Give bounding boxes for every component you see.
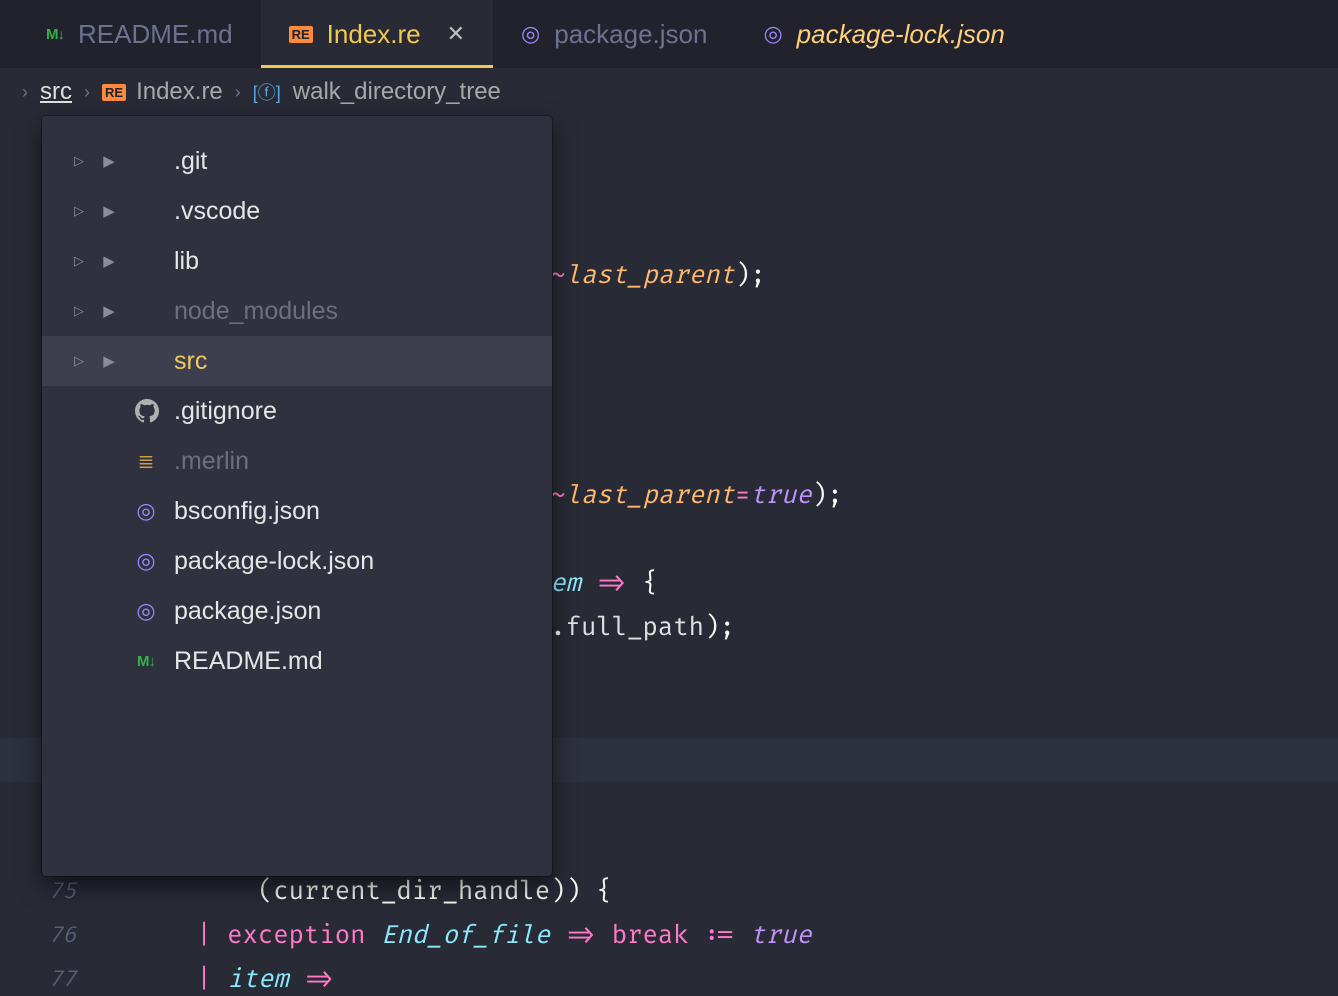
breadcrumb[interactable]: › src › RE Index.re › [ⓕ] walk_directory… [0, 68, 1338, 116]
json-icon: ◎ [132, 548, 160, 574]
file-item[interactable]: ▷▶.gitignore [42, 386, 552, 436]
item-label: bsconfig.json [174, 497, 320, 526]
expand-icon: ▶ [100, 252, 118, 270]
chevron-right-icon: › [235, 82, 241, 103]
markdown-icon: M↓ [46, 26, 64, 43]
item-label: .gitignore [174, 397, 277, 426]
code-content: | exception End_of_file => break := true [104, 914, 812, 958]
breadcrumb-file[interactable]: Index.re [136, 78, 223, 106]
file-item[interactable]: ▷▶◎bsconfig.json [42, 486, 552, 536]
chevron-right-icon: › [84, 82, 90, 103]
close-icon[interactable]: ✕ [447, 21, 465, 47]
expand-icon: ▶ [100, 202, 118, 220]
reason-icon: RE [289, 26, 313, 43]
tab-label: package-lock.json [797, 19, 1005, 50]
line-number: 76 [0, 914, 104, 958]
tab-label: package.json [554, 19, 707, 50]
item-label: lib [174, 247, 199, 276]
breadcrumb-dropdown[interactable]: ▷▶ .git▷▶ .vscode▷▶ lib▷▶ node_modules▷▶… [42, 116, 552, 876]
chevron-right-icon: ▷ [72, 253, 86, 269]
item-label: package-lock.json [174, 547, 374, 576]
tab-label: README.md [78, 19, 233, 50]
breadcrumb-symbol[interactable]: walk_directory_tree [293, 78, 501, 106]
chevron-right-icon: ▷ [72, 153, 86, 169]
folder-item[interactable]: ▷ ▶ lib [42, 236, 552, 286]
chevron-right-icon: ▷ [72, 303, 86, 319]
item-label: .vscode [174, 197, 260, 226]
file-item[interactable]: ▷▶◎package.json [42, 586, 552, 636]
chevron-right-icon: ▷ [72, 203, 86, 219]
json-icon: ◎ [763, 21, 782, 47]
folder-item[interactable]: ▷ ▶ .git [42, 136, 552, 186]
file-item[interactable]: ▷▶M↓README.md [42, 636, 552, 686]
code-content: | item => [104, 958, 335, 996]
code-line[interactable]: 75 (current_dir_handle)) { [0, 870, 1338, 914]
reason-icon: RE [102, 84, 126, 101]
chevron-right-icon: ▷ [72, 353, 86, 369]
github-icon [132, 399, 160, 423]
item-label: node_modules [174, 297, 338, 326]
tab-bar: M↓ README.md RE Index.re ✕ ◎ package.jso… [0, 0, 1338, 68]
markdown-icon: M↓ [132, 653, 160, 670]
file-item[interactable]: ▷▶◎package-lock.json [42, 536, 552, 586]
folder-item[interactable]: ▷ ▶ src [42, 336, 552, 386]
code-line[interactable]: 77 | item => [0, 958, 1338, 996]
tab-readme[interactable]: M↓ README.md [18, 0, 261, 68]
item-label: .git [174, 147, 207, 176]
lines-icon: ≣ [132, 449, 160, 474]
item-label: src [174, 347, 207, 376]
chevron-right-icon: › [22, 82, 28, 103]
expand-icon: ▶ [100, 152, 118, 170]
tab-index-re[interactable]: RE Index.re ✕ [261, 0, 493, 68]
tab-label: Index.re [327, 19, 421, 50]
json-icon: ◎ [521, 21, 540, 47]
breadcrumb-folder[interactable]: src [40, 78, 72, 106]
code-content: (current_dir_handle)) { [104, 870, 612, 914]
line-number: 75 [0, 870, 104, 914]
code-line[interactable]: 76 | exception End_of_file => break := t… [0, 914, 1338, 958]
item-label: package.json [174, 597, 321, 626]
expand-icon: ▶ [100, 352, 118, 370]
item-label: .merlin [174, 447, 249, 476]
line-number: 77 [0, 958, 104, 996]
json-icon: ◎ [132, 598, 160, 624]
expand-icon: ▶ [100, 302, 118, 320]
json-icon: ◎ [132, 498, 160, 524]
file-item[interactable]: ▷▶≣.merlin [42, 436, 552, 486]
function-icon: [ⓕ] [253, 79, 281, 105]
tab-package-lock[interactable]: ◎ package-lock.json [735, 0, 1032, 68]
tab-package-json[interactable]: ◎ package.json [493, 0, 735, 68]
folder-item[interactable]: ▷ ▶ node_modules [42, 286, 552, 336]
item-label: README.md [174, 647, 323, 676]
folder-item[interactable]: ▷ ▶ .vscode [42, 186, 552, 236]
